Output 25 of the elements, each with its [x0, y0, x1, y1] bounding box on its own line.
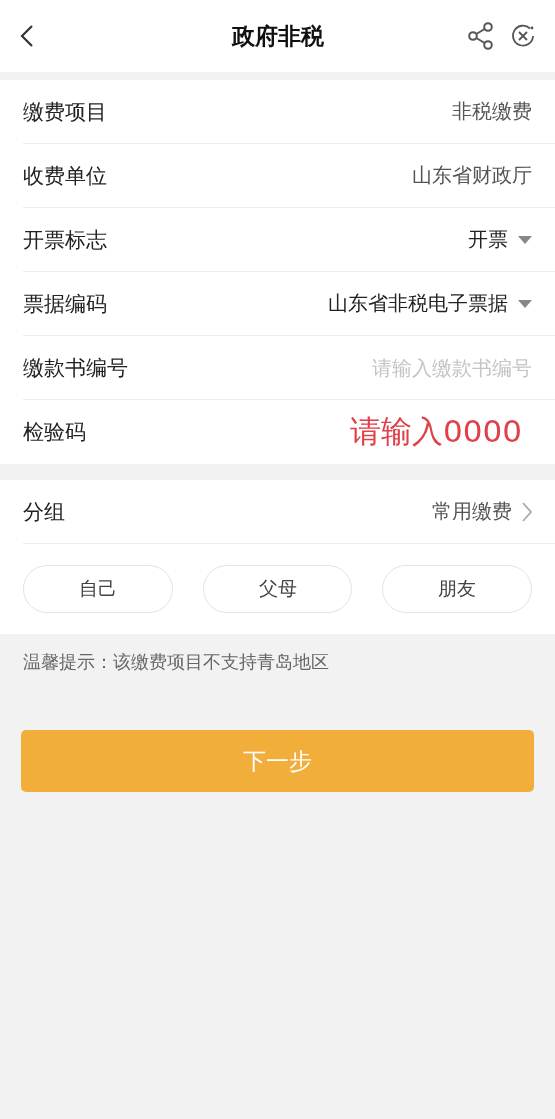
- caret-icon: [518, 235, 532, 244]
- field-label: 缴款书编号: [23, 354, 128, 382]
- dropdown[interactable]: 开票: [468, 226, 532, 253]
- page-title: 政府非税: [231, 22, 324, 49]
- group-chip[interactable]: 朋友: [382, 565, 532, 613]
- field-label: 分组: [23, 498, 65, 526]
- field-label: 开票标志: [23, 226, 107, 254]
- field-value: 山东省财政厅: [412, 162, 532, 189]
- field-label: 检验码: [23, 419, 86, 446]
- dropdown[interactable]: 山东省非税电子票据: [328, 290, 532, 317]
- field-label: 票据编码: [23, 290, 107, 318]
- field-label: 收费单位: [23, 162, 107, 190]
- back-icon[interactable]: [20, 24, 34, 48]
- tip-text: 温馨提示：该缴费项目不支持青岛地区: [22, 650, 330, 674]
- caret-icon: [518, 299, 532, 308]
- group-selector[interactable]: 常用缴费: [432, 498, 532, 525]
- share-icon[interactable]: [467, 22, 495, 50]
- group-chip[interactable]: 父母: [202, 565, 353, 613]
- annotation-text: 请输入0000: [350, 412, 522, 451]
- group-chip[interactable]: 自己: [23, 565, 173, 613]
- field-label: 缴费项目: [23, 98, 107, 126]
- close-icon[interactable]: [511, 24, 535, 48]
- chevron-icon: [522, 501, 532, 522]
- input-field[interactable]: 请输入缴款书编号: [302, 355, 532, 380]
- field-value: 非税缴费: [452, 98, 532, 125]
